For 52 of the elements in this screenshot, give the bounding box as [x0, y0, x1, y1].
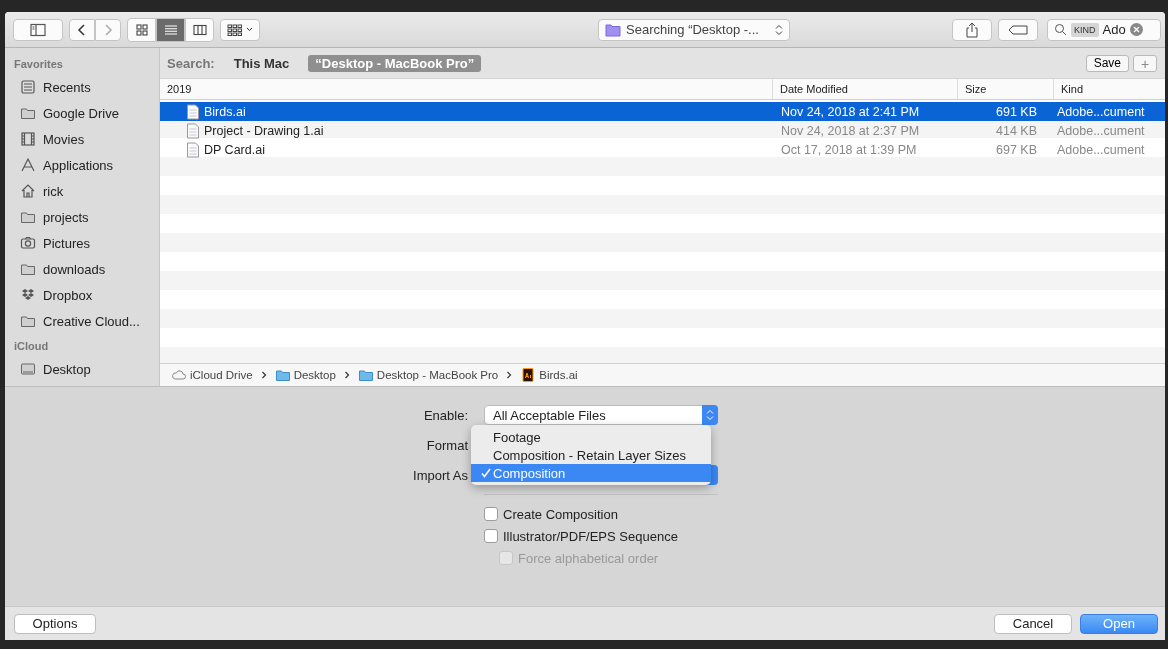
file-name: DP Card.ai: [204, 142, 265, 157]
checkbox[interactable]: Illustrator/PDF/EPS Sequence: [484, 525, 1165, 547]
menu-item[interactable]: Footage: [471, 428, 711, 446]
size-cell-text: 697 KB: [995, 142, 1038, 157]
date-cell-text: Nov 24, 2018 at 2:37 PM: [780, 123, 921, 138]
sidebar-item[interactable]: Applications: [5, 152, 159, 178]
checkbox[interactable]: Create Composition: [484, 503, 1165, 525]
size-cell-text: 414 KB: [995, 123, 1038, 138]
sidebar-item[interactable]: Google Drive: [5, 100, 159, 126]
search-field[interactable]: KIND Ado: [1047, 18, 1161, 41]
column-header[interactable]: Date Modified: [772, 79, 957, 99]
sidebar-item[interactable]: Movies: [5, 126, 159, 152]
sidebar-item[interactable]: rick: [5, 178, 159, 204]
scope-option[interactable]: This Mac: [226, 54, 297, 72]
column-header[interactable]: Kind: [1053, 79, 1165, 99]
column-header[interactable]: 2019: [160, 79, 772, 99]
file-name: Project - Drawing 1.ai: [204, 123, 324, 138]
sidebar-item[interactable]: Recents: [5, 74, 159, 100]
sidebar-item[interactable]: Pictures: [5, 230, 159, 256]
column-header[interactable]: Size: [957, 79, 1053, 99]
field-label: Format: [425, 437, 469, 453]
sidebar-item[interactable]: Dropbox: [5, 282, 159, 308]
sidebar-item[interactable]: projects: [5, 204, 159, 230]
path-item[interactable]: iCloud Drive: [171, 367, 253, 383]
menu-item[interactable]: Composition - Retain Layer Sizes: [471, 446, 711, 464]
date-cell-text: Oct 17, 2018 at 1:39 PM: [780, 142, 918, 157]
file-name: Birds.ai: [204, 104, 246, 119]
section-header: iCloud: [13, 340, 50, 354]
dialog-button[interactable]: Cancel: [994, 613, 1072, 634]
file-row[interactable]: Project - Drawing 1.ai Nov 24, 2018 at 2:37 PM 414 KB Adobe...cument: [160, 121, 1165, 140]
field-label: Import As: [412, 467, 469, 483]
enable-popup[interactable]: All Acceptable Files: [484, 405, 718, 425]
field-label: Enable:: [422, 407, 469, 423]
dialog-button[interactable]: Options: [14, 613, 96, 634]
sidebar-item[interactable]: Creative Cloud...: [5, 308, 159, 334]
path-item[interactable]: Desktop - MacBook Pro: [357, 367, 499, 383]
search-token[interactable]: KIND: [1071, 22, 1099, 37]
save-button[interactable]: Save: [1085, 54, 1129, 72]
location-popup[interactable]: Searching “Desktop -...: [598, 18, 790, 41]
search-label: Search:: [167, 55, 215, 71]
size-cell-text: 691 KB: [995, 104, 1038, 119]
path-item[interactable]: Desktop: [274, 367, 336, 383]
sidebar-item[interactable]: Desktop: [5, 356, 159, 382]
section-header: Favorites: [13, 58, 64, 72]
sidebar-item[interactable]: downloads: [5, 256, 159, 282]
file-row[interactable]: Birds.ai Nov 24, 2018 at 2:41 PM 691 KB Adobe...cument: [160, 102, 1165, 121]
path-item[interactable]: Birds.ai: [520, 367, 578, 383]
kind-cell-text: Adobe...cument: [1056, 123, 1146, 138]
kind-cell-text: Adobe...cument: [1056, 142, 1146, 157]
file-row[interactable]: DP Card.ai Oct 17, 2018 at 1:39 PM 697 KB Adobe...cument: [160, 140, 1165, 159]
date-cell-text: Nov 24, 2018 at 2:41 PM: [780, 104, 921, 119]
kind-cell-text: Adobe...cument: [1056, 104, 1146, 119]
